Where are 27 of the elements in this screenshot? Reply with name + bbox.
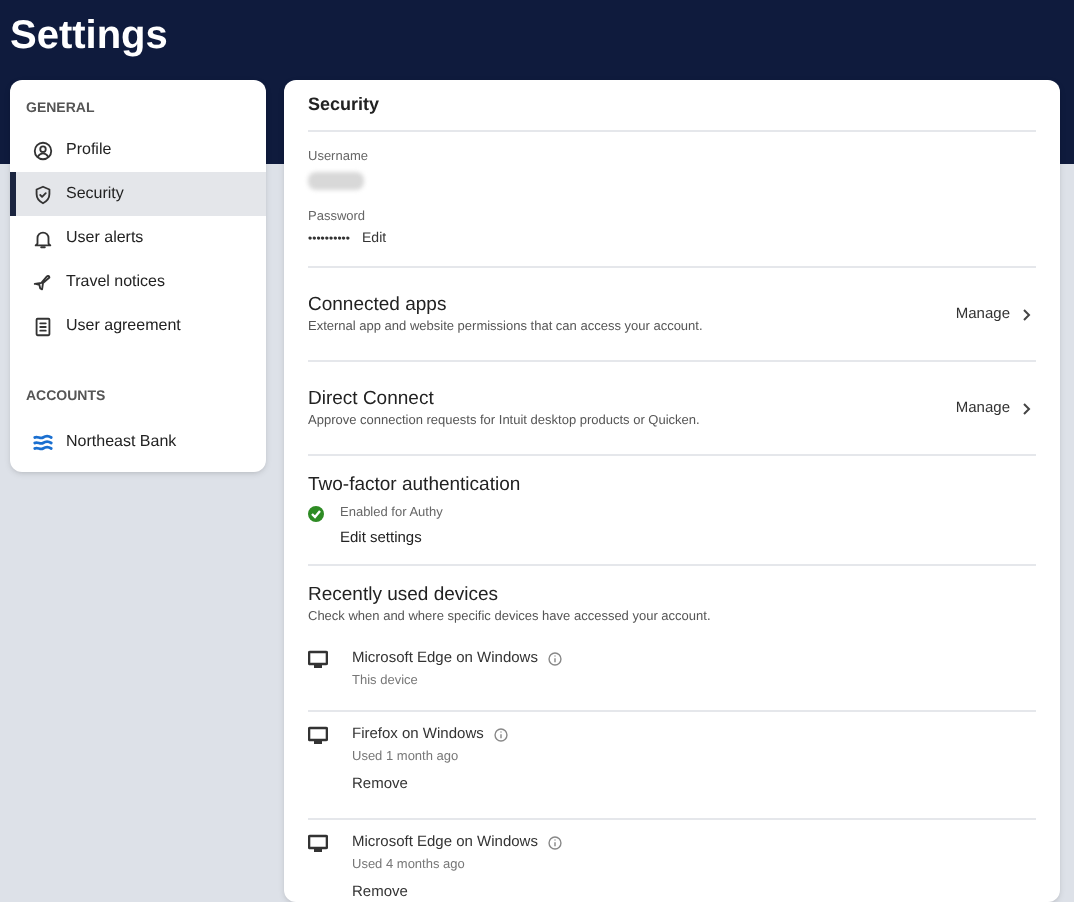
sidebar-item[interactable]: Travel notices [10,260,266,304]
chevron-right-icon [1022,307,1032,321]
info-icon[interactable] [493,727,508,741]
monitor-icon [308,726,328,746]
info-icon[interactable] [547,835,562,849]
shield-icon [32,183,54,205]
sidebar-item[interactable]: User agreement [10,304,266,348]
page-title: Settings [10,14,168,58]
monitor-icon [308,834,328,854]
section-title: Recently used devices [308,582,501,608]
section-title: Connected apps [308,291,449,317]
person-icon [32,139,54,161]
document-icon [32,315,54,337]
info-icon[interactable] [547,651,562,665]
bell-icon [32,227,54,249]
section-title: Two-factor authentication [308,472,523,498]
sidebar-item[interactable]: User alerts [10,216,266,260]
monitor-icon [308,650,328,670]
section-title: Security [308,91,380,118]
sidebar-item[interactable]: Profile [10,128,266,172]
airplane-icon [32,271,54,293]
sidebar-item[interactable]: Security [10,172,266,216]
waves-icon [32,431,54,453]
blurred-username [308,172,364,190]
chevron-right-icon [1022,401,1032,415]
sidebar-item[interactable]: Northeast Bank [10,420,266,464]
section-title: Direct Connect [308,385,436,411]
